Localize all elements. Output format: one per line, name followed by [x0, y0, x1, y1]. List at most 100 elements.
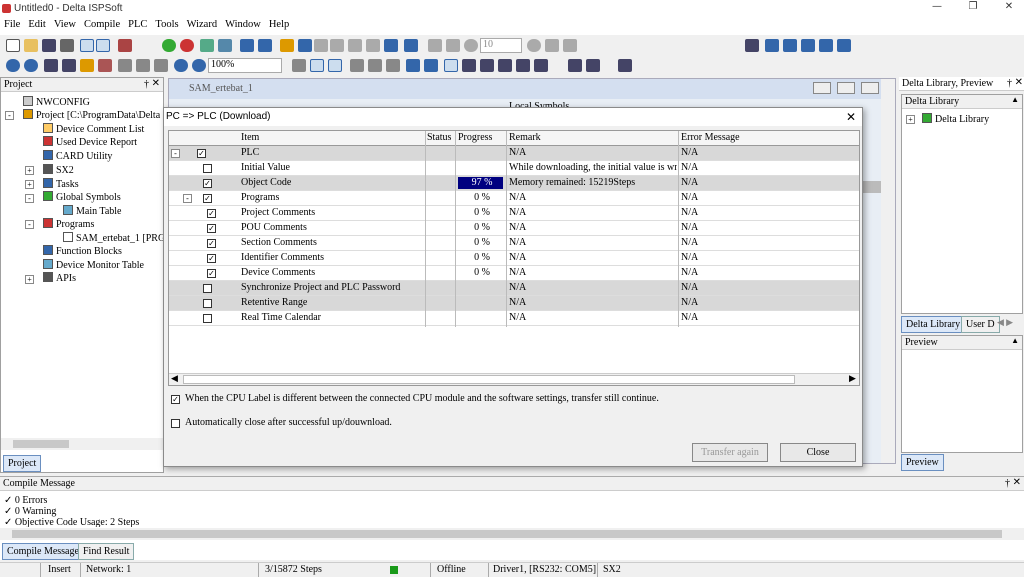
tree-item-card-utility[interactable]: CARD Utility — [43, 150, 112, 162]
forward-icon[interactable] — [24, 59, 38, 72]
tab-find-result[interactable]: Find Result — [78, 543, 135, 560]
close-window-icon[interactable]: ✕ — [994, 0, 1024, 18]
transfer-again-button[interactable]: Transfer again — [692, 443, 768, 462]
ladder-icon[interactable] — [292, 59, 306, 72]
compile-hscrollbar[interactable] — [0, 528, 1024, 540]
tab-compile-message[interactable]: Compile Message — [2, 543, 84, 560]
row-checkbox[interactable] — [203, 284, 212, 293]
expand-icon[interactable]: + — [25, 166, 34, 175]
scroll-thumb[interactable] — [12, 530, 1002, 538]
pointer-icon[interactable] — [444, 59, 458, 72]
cpu-label-checkbox[interactable]: ✓ — [171, 395, 180, 404]
network-icon[interactable] — [404, 39, 418, 52]
paste-icon[interactable] — [80, 59, 94, 72]
row-checkbox[interactable]: ✓ — [203, 194, 212, 203]
tree-item-apis[interactable]: APIs — [43, 272, 76, 284]
menu-tools[interactable]: Tools — [151, 18, 182, 31]
editor-close-icon[interactable] — [861, 82, 879, 94]
collapse-icon[interactable]: - — [171, 149, 180, 158]
disabled3-icon[interactable] — [348, 39, 362, 52]
menu-view[interactable]: View — [50, 18, 80, 31]
row-checkbox[interactable]: ✓ — [197, 149, 206, 158]
tree-item-programs[interactable]: Programs — [43, 218, 94, 230]
layout-icon[interactable] — [80, 39, 94, 52]
disabled5-icon[interactable] — [428, 39, 442, 52]
func-icon[interactable] — [498, 59, 512, 72]
row-checkbox[interactable]: ✓ — [207, 224, 216, 233]
box-icon[interactable] — [618, 59, 632, 72]
tab-delta-library[interactable]: Delta Library — [901, 316, 966, 333]
pin-icon[interactable]: † — [1007, 78, 1012, 89]
menu-window[interactable]: Window — [221, 18, 265, 31]
compile-all-icon[interactable] — [258, 39, 272, 52]
new-file-icon[interactable] — [6, 39, 20, 52]
tool-icon[interactable] — [384, 39, 398, 52]
coil-icon[interactable] — [462, 59, 476, 72]
row-checkbox[interactable] — [203, 299, 212, 308]
pin-icon[interactable]: † — [144, 79, 149, 90]
project-hscrollbar[interactable] — [1, 438, 163, 450]
row-checkbox[interactable]: ✓ — [207, 239, 216, 248]
eraser-icon[interactable] — [98, 59, 112, 72]
contact2-icon[interactable] — [424, 59, 438, 72]
tree-item-device-monitor[interactable]: Device Monitor Table — [43, 259, 144, 271]
close-panel-icon[interactable]: ✕ — [1015, 77, 1023, 88]
row-checkbox[interactable]: ✓ — [207, 269, 216, 278]
close-panel-icon[interactable]: ✕ — [1013, 477, 1021, 488]
save-icon[interactable] — [42, 39, 56, 52]
minimize-icon[interactable]: — — [922, 0, 952, 18]
view2-icon[interactable] — [328, 59, 342, 72]
tree-item-used-device[interactable]: Used Device Report — [43, 136, 137, 148]
net-icon[interactable] — [350, 59, 364, 72]
disabled-icon[interactable] — [314, 39, 328, 52]
key-icon[interactable] — [280, 39, 294, 52]
menu-plc[interactable]: PLC — [124, 18, 151, 31]
cut-icon[interactable] — [44, 59, 58, 72]
menu-help[interactable]: Help — [265, 18, 293, 31]
collapse-icon[interactable]: - — [25, 220, 34, 229]
scroll-thumb[interactable] — [13, 440, 69, 448]
net3-icon[interactable] — [386, 59, 400, 72]
tab-scroll-icon[interactable]: ◀ ▶ — [997, 317, 1013, 328]
expand-icon[interactable]: + — [906, 115, 915, 124]
disabled6-icon[interactable] — [446, 39, 460, 52]
disabled2-icon[interactable] — [330, 39, 344, 52]
compile-icon[interactable] — [240, 39, 254, 52]
replace-icon[interactable] — [154, 59, 168, 72]
tree-item-tasks[interactable]: Tasks — [43, 178, 79, 190]
lock-icon[interactable] — [118, 59, 132, 72]
refresh-icon[interactable] — [545, 39, 559, 52]
menu-edit[interactable]: Edit — [24, 18, 50, 31]
disabled9-icon[interactable] — [563, 39, 577, 52]
dropdown-icon[interactable]: ▲ — [1011, 95, 1019, 104]
editor-minimize-icon[interactable] — [813, 82, 831, 94]
tree-item-sx2[interactable]: SX2 — [43, 164, 74, 176]
block-icon[interactable] — [516, 59, 530, 72]
expand-icon[interactable]: + — [25, 180, 34, 189]
brace-icon[interactable] — [480, 59, 494, 72]
layout2-icon[interactable] — [96, 39, 110, 52]
grid5-icon[interactable] — [837, 39, 851, 52]
grid-hscrollbar[interactable]: ◀ ▶ — [169, 373, 859, 385]
menu-compile[interactable]: Compile — [80, 18, 124, 31]
grid2-icon[interactable] — [783, 39, 797, 52]
close-button[interactable]: Close — [780, 443, 856, 462]
scroll-right-icon[interactable]: ▶ — [849, 374, 856, 384]
zoom-out-icon[interactable] — [192, 59, 206, 72]
disabled4-icon[interactable] — [366, 39, 380, 52]
tree-item-function-blocks[interactable]: Function Blocks — [43, 245, 122, 257]
zoom-select[interactable]: 100% — [208, 58, 282, 73]
tab-project[interactable]: Project — [3, 455, 42, 472]
run-icon[interactable] — [162, 39, 176, 52]
menu-file[interactable]: File — [0, 18, 24, 31]
view-icon[interactable] — [310, 59, 324, 72]
and-icon[interactable] — [534, 59, 548, 72]
back-icon[interactable] — [6, 59, 20, 72]
grid4-icon[interactable] — [819, 39, 833, 52]
close-panel-icon[interactable]: ✕ — [152, 78, 160, 89]
copy-icon[interactable] — [62, 59, 76, 72]
row-checkbox[interactable] — [203, 314, 212, 323]
branch-icon[interactable] — [568, 59, 582, 72]
page-field[interactable]: 10 — [480, 38, 522, 53]
auto-close-checkbox[interactable] — [171, 419, 180, 428]
